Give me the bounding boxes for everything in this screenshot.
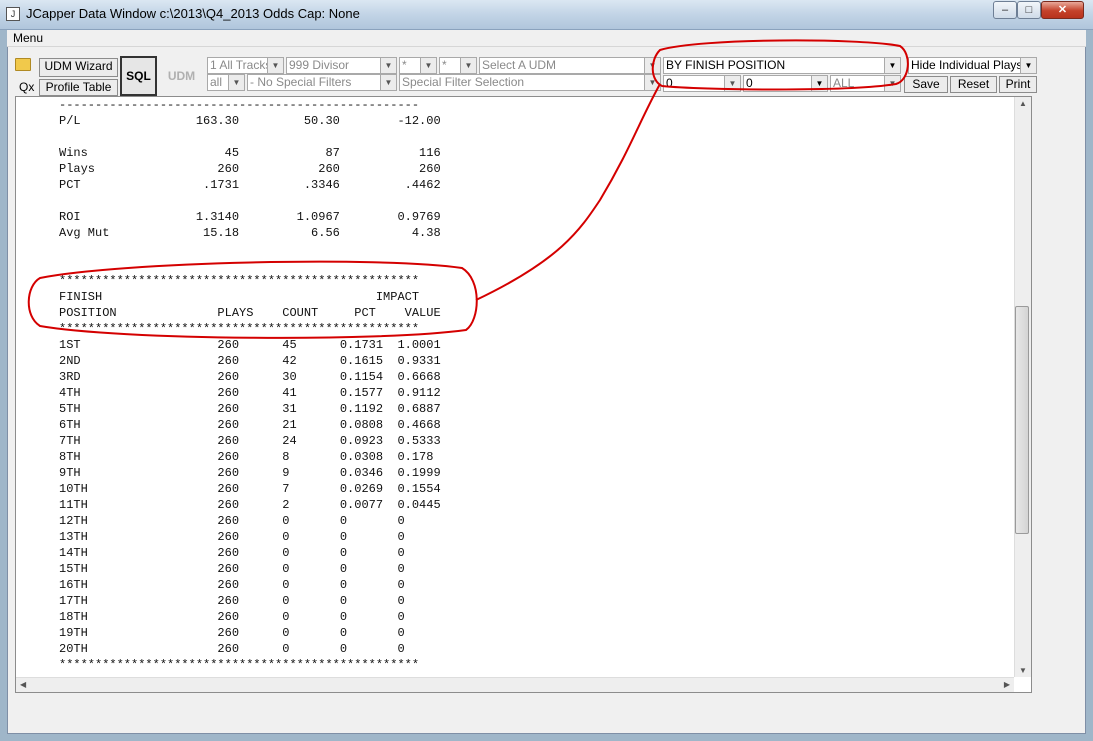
scroll-down-icon[interactable]: ▼ [1019,666,1027,675]
profile-table-button[interactable]: Profile Table [39,79,118,96]
qx-label[interactable]: Qx [19,80,34,94]
sql-button[interactable]: SQL [120,56,157,96]
special-filters-select[interactable]: - No Special Filters ▼ [247,74,397,91]
folder-icon[interactable] [15,58,31,71]
special-filters-select-value: - No Special Filters [250,75,352,89]
special-filter-selection[interactable]: Special Filter Selection ▼ [399,74,661,91]
all-right-select-value: ALL [833,76,855,90]
reset-button[interactable]: Reset [950,76,997,93]
app-icon[interactable]: J [6,7,20,21]
scroll-up-icon[interactable]: ▲ [1019,99,1027,108]
star-select-2[interactable]: * ▼ [439,57,477,74]
chevron-down-icon: ▼ [884,58,900,73]
number-select-2-value: 0 [746,76,753,90]
all-filter-select-value: all [210,75,223,89]
chevron-down-icon: ▼ [380,58,396,73]
number-select-1[interactable]: 0 ▼ [663,75,741,92]
menu-item-menu[interactable]: Menu [13,31,43,45]
chevron-down-icon: ▼ [644,75,660,90]
star-select-2-value: * [442,58,447,72]
tracks-select[interactable]: 1 All Tracks ▼ [207,57,284,74]
maximize-button[interactable]: □ [1017,1,1041,19]
star-select-1-value: * [402,58,407,72]
report-panel[interactable]: ----------------------------------------… [15,96,1032,693]
divisor-select[interactable]: 999 Divisor ▼ [286,57,397,74]
number-select-2[interactable]: 0 ▼ [743,75,828,92]
horizontal-scrollbar[interactable]: ◀ ▶ [16,677,1014,692]
chevron-down-icon: ▼ [724,76,740,91]
all-filter-select[interactable]: all ▼ [207,74,245,91]
scroll-left-icon[interactable]: ◀ [20,680,26,689]
udm-select[interactable]: Select A UDM ▼ [479,57,661,74]
report-by-select-value: BY FINISH POSITION [666,58,786,72]
udm-button[interactable]: UDM [160,58,203,94]
tracks-select-value: 1 All Tracks [210,58,272,72]
chevron-down-icon: ▼ [1020,58,1036,73]
menu-bar: Menu [7,30,1086,47]
scrollbar-thumb[interactable] [1015,306,1029,534]
chevron-down-icon: ▼ [884,76,900,91]
number-select-1-value: 0 [666,76,673,90]
udm-select-value: Select A UDM [482,58,557,72]
chevron-down-icon: ▼ [420,58,436,73]
hide-plays-select[interactable]: Hide Individual Plays ▼ [908,57,1037,74]
hide-plays-select-value: Hide Individual Plays [911,58,1023,72]
chevron-down-icon: ▼ [811,76,827,91]
scroll-right-icon[interactable]: ▶ [1004,680,1010,689]
report-text: ----------------------------------------… [59,98,441,672]
divisor-select-value: 999 Divisor [289,58,350,72]
save-button[interactable]: Save [904,76,948,93]
udm-wizard-button[interactable]: UDM Wizard [39,58,118,77]
chevron-down-icon: ▼ [460,58,476,73]
chevron-down-icon: ▼ [228,75,244,90]
special-filter-selection-value: Special Filter Selection [402,75,525,89]
chevron-down-icon: ▼ [644,58,660,73]
report-by-select[interactable]: BY FINISH POSITION ▼ [663,57,901,74]
print-button[interactable]: Print [999,76,1037,93]
close-button[interactable]: ✕ [1041,1,1084,19]
window-title: JCapper Data Window c:\2013\Q4_2013 Odds… [26,6,360,21]
chevron-down-icon: ▼ [267,58,283,73]
star-select-1[interactable]: * ▼ [399,57,437,74]
all-right-select[interactable]: ALL ▼ [830,75,901,92]
chevron-down-icon: ▼ [380,75,396,90]
minimize-button[interactable]: – [993,1,1017,19]
